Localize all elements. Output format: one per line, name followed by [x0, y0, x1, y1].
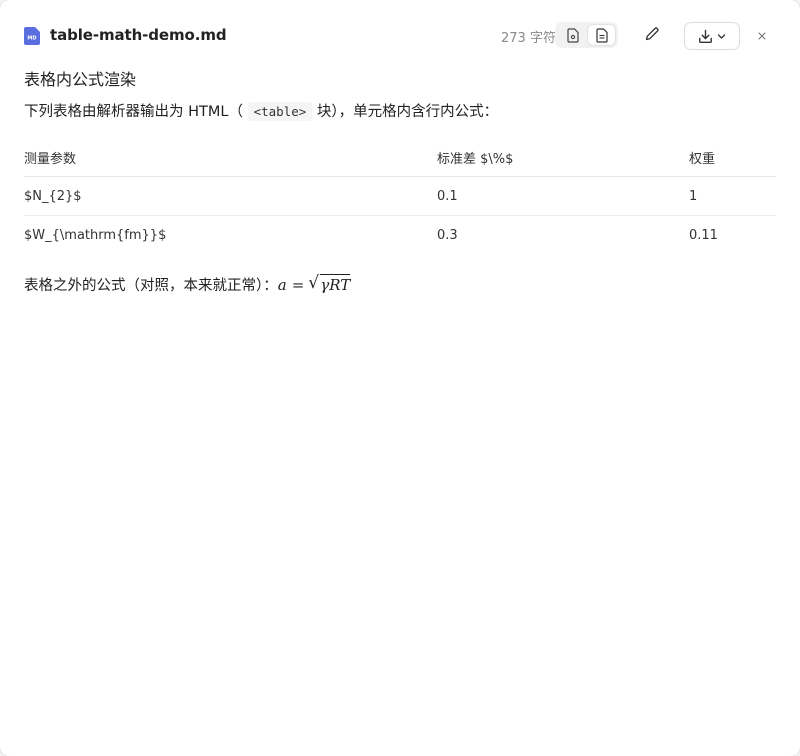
table-row: $N_{2}$ 0.1 1	[24, 176, 776, 216]
intro-text-before: 下列表格由解析器输出为 HTML（	[24, 104, 243, 120]
comparison-text: 表格之外的公式（对照，本来就正常）：	[24, 278, 278, 294]
close-icon	[758, 32, 766, 40]
edit-button[interactable]	[640, 22, 664, 46]
intro-paragraph: 下列表格由解析器输出为 HTML（ <table> 块），单元格内含行内公式：	[24, 100, 498, 121]
source-view-button[interactable]	[588, 25, 615, 45]
formula-radicand: γRT	[320, 274, 351, 294]
table-cell: 0.11	[689, 227, 718, 243]
table-row: $W_{\mathrm{fm}}$ 0.3 0.11	[24, 216, 776, 255]
formula-operator: =	[291, 276, 305, 294]
formula-sqrt: γRT	[308, 273, 351, 294]
table-header-cell: 测量参数	[24, 138, 437, 177]
table-cell: 0.1	[437, 176, 689, 216]
file-badge-text: MD	[27, 36, 36, 42]
download-button[interactable]	[684, 22, 740, 50]
table-cell: 0.3	[437, 227, 458, 243]
intro-inline-code: <table>	[247, 102, 313, 121]
rendered-formula: a= γRT	[277, 273, 351, 294]
preview-view-button[interactable]	[559, 25, 586, 45]
data-table: 测量参数 标准差 $\%$ 权重 $N_{2}$ 0.1 1 $W_{\math…	[24, 138, 776, 254]
markdown-file-icon: MD	[24, 27, 40, 45]
table-header-row: 测量参数 标准差 $\%$ 权重	[24, 138, 776, 177]
char-count: 273 字符	[501, 31, 556, 46]
view-mode-toggle	[555, 22, 618, 48]
table-cell: $W_{\mathrm{fm}}$	[24, 227, 167, 243]
chevron-down-icon	[717, 33, 726, 39]
pencil-icon	[645, 27, 659, 41]
table-cell: 1	[689, 176, 776, 216]
file-name: table-math-demo.md	[50, 26, 227, 44]
comparison-paragraph: 表格之外的公式（对照，本来就正常）：a= γRT	[24, 273, 351, 295]
document-preview-panel: MD table-math-demo.md 273 字符 表格内公式渲染 下列表…	[0, 0, 800, 756]
download-icon	[699, 29, 712, 43]
source-doc-icon	[595, 27, 608, 43]
close-button[interactable]	[755, 29, 769, 43]
formula-lhs: a	[277, 276, 287, 294]
table-header-cell: 权重	[689, 138, 776, 177]
preview-doc-icon	[566, 27, 579, 43]
intro-text-after: 块），单元格内含行内公式：	[316, 104, 499, 120]
table-header-cell: 标准差 $\%$	[437, 138, 689, 177]
document-heading: 表格内公式渲染	[24, 70, 137, 89]
preview-header: MD table-math-demo.md 273 字符	[0, 0, 800, 70]
table-cell: $N_{2}$	[24, 176, 437, 216]
